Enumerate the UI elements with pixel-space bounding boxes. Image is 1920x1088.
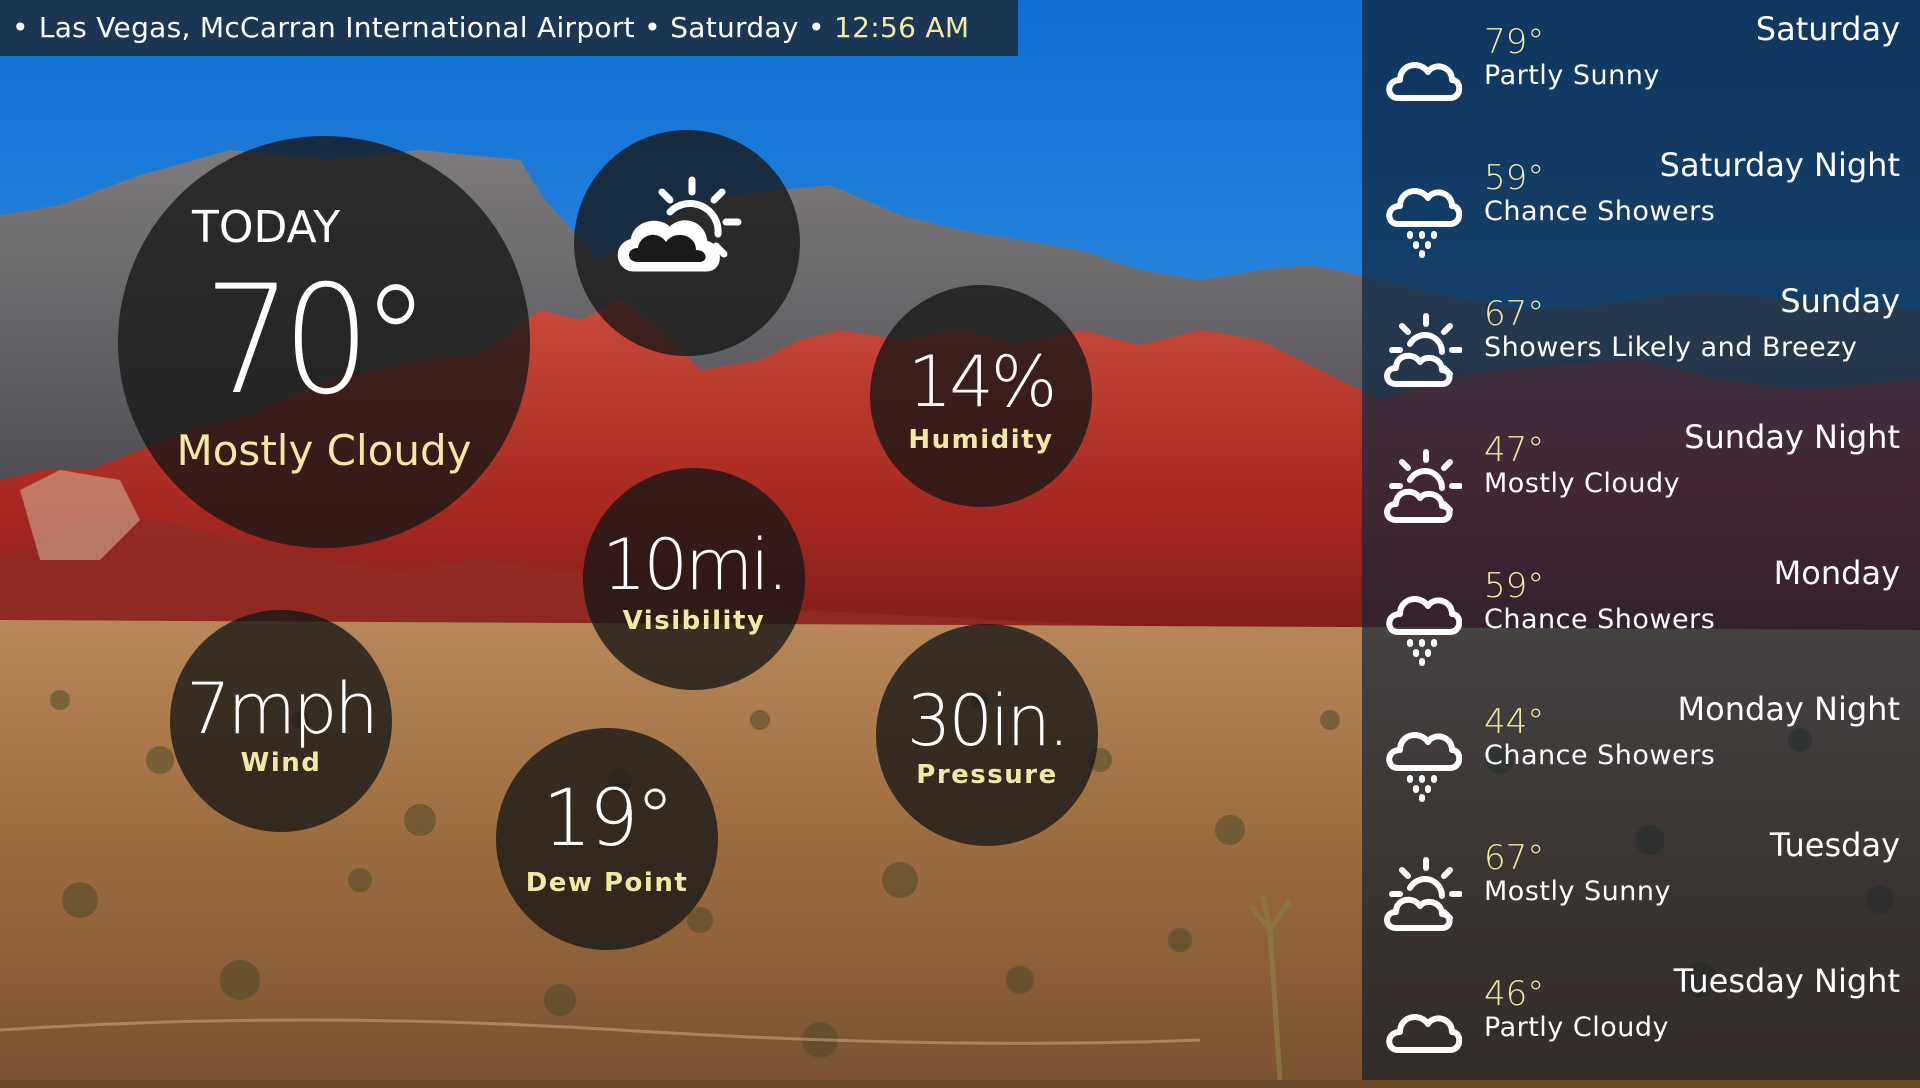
forecast-day: Monday Night — [1677, 690, 1900, 728]
wind-bubble[interactable]: 7mph Wind — [170, 610, 392, 832]
forecast-condition: Showers Likely and Breezy — [1484, 332, 1858, 363]
pressure-label: Pressure — [916, 760, 1058, 790]
current-temperature: 70° — [204, 254, 430, 428]
sun-cloud-icon — [1380, 448, 1463, 530]
forecast-condition: Chance Showers — [1484, 604, 1716, 635]
visibility-value: 10mi. — [602, 524, 789, 606]
forecast-temperature: 67° — [1484, 294, 1545, 334]
bullet-separator: • — [12, 11, 29, 44]
humidity-label: Humidity — [908, 425, 1054, 455]
forecast-temperature: 44° — [1484, 702, 1545, 742]
wind-label: Wind — [240, 748, 322, 778]
visibility-label: Visibility — [622, 606, 766, 636]
current-condition: Mostly Cloudy — [176, 426, 472, 475]
forecast-day: Sunday Night — [1684, 418, 1900, 456]
wind-value: 7mph — [186, 668, 379, 750]
pressure-value: 30in. — [906, 680, 1070, 762]
humidity-value: 14% — [907, 341, 1058, 423]
forecast-day: Saturday Night — [1659, 146, 1900, 184]
forecast-condition: Mostly Sunny — [1484, 876, 1671, 907]
forecast-temperature: 67° — [1484, 838, 1545, 878]
forecast-row[interactable]: 79° Partly Sunny Saturday — [1362, 0, 1920, 136]
forecast-condition: Chance Showers — [1484, 196, 1716, 227]
forecast-condition: Chance Showers — [1484, 740, 1716, 771]
forecast-day: Tuesday Night — [1673, 962, 1900, 1000]
bullet-separator: • — [644, 11, 661, 44]
forecast-row[interactable]: 47° Mostly Cloudy Sunday Night — [1362, 408, 1920, 544]
forecast-sidebar: 79° Partly Sunny Saturday 59° Chance Showers… — [1362, 0, 1920, 1080]
forecast-temperature: 79° — [1484, 22, 1545, 62]
forecast-row[interactable]: 59° Chance Showers Monday — [1362, 544, 1920, 680]
forecast-day: Sunday — [1780, 282, 1900, 320]
sun-cloud-icon — [1380, 312, 1463, 394]
location-name[interactable]: Las Vegas, McCarran International Airpor… — [39, 11, 635, 44]
forecast-temperature: 47° — [1484, 430, 1545, 470]
forecast-day: Saturday — [1755, 10, 1900, 48]
header-day: Saturday — [670, 11, 799, 44]
dew-point-bubble[interactable]: 19° Dew Point — [496, 728, 718, 950]
today-label: TODAY — [192, 202, 341, 253]
forecast-temperature: 59° — [1484, 158, 1545, 198]
forecast-row[interactable]: 46° Partly Cloudy Tuesday Night — [1362, 952, 1920, 1088]
cloud-icon — [1380, 992, 1463, 1074]
forecast-temperature: 59° — [1484, 566, 1545, 606]
forecast-row[interactable]: 44° Chance Showers Monday Night — [1362, 680, 1920, 816]
visibility-bubble[interactable]: 10mi. Visibility — [583, 468, 805, 690]
forecast-row[interactable]: 67° Mostly Sunny Tuesday — [1362, 816, 1920, 952]
dew-point-label: Dew Point — [525, 868, 689, 898]
header-time: 12:56 AM — [834, 11, 970, 44]
sun-cloud-icon — [1380, 856, 1463, 938]
forecast-row[interactable]: 59° Chance Showers Saturday Night — [1362, 136, 1920, 272]
cloud-icon — [1380, 40, 1463, 122]
forecast-day: Tuesday — [1769, 826, 1900, 864]
partly-cloudy-night-icon — [617, 176, 742, 272]
humidity-bubble[interactable]: 14% Humidity — [870, 285, 1092, 507]
forecast-condition: Mostly Cloudy — [1484, 468, 1681, 499]
dew-point-value: 19° — [542, 774, 674, 864]
pressure-bubble[interactable]: 30in. Pressure — [876, 624, 1098, 846]
current-condition-icon-bubble — [574, 130, 800, 356]
forecast-temperature: 46° — [1484, 974, 1545, 1014]
forecast-condition: Partly Sunny — [1484, 60, 1660, 91]
forecast-day: Monday — [1773, 554, 1900, 592]
forecast-condition: Partly Cloudy — [1484, 1012, 1669, 1043]
rain-cloud-icon — [1380, 176, 1463, 258]
forecast-row[interactable]: 67° Showers Likely and Breezy Sunday — [1362, 272, 1920, 408]
rain-cloud-icon — [1380, 720, 1463, 802]
location-header: • Las Vegas, McCarran International Airpo… — [0, 0, 1018, 56]
rain-cloud-icon — [1380, 584, 1463, 666]
bullet-separator: • — [807, 11, 825, 44]
today-summary-bubble[interactable]: TODAY 70° Mostly Cloudy — [118, 136, 530, 548]
